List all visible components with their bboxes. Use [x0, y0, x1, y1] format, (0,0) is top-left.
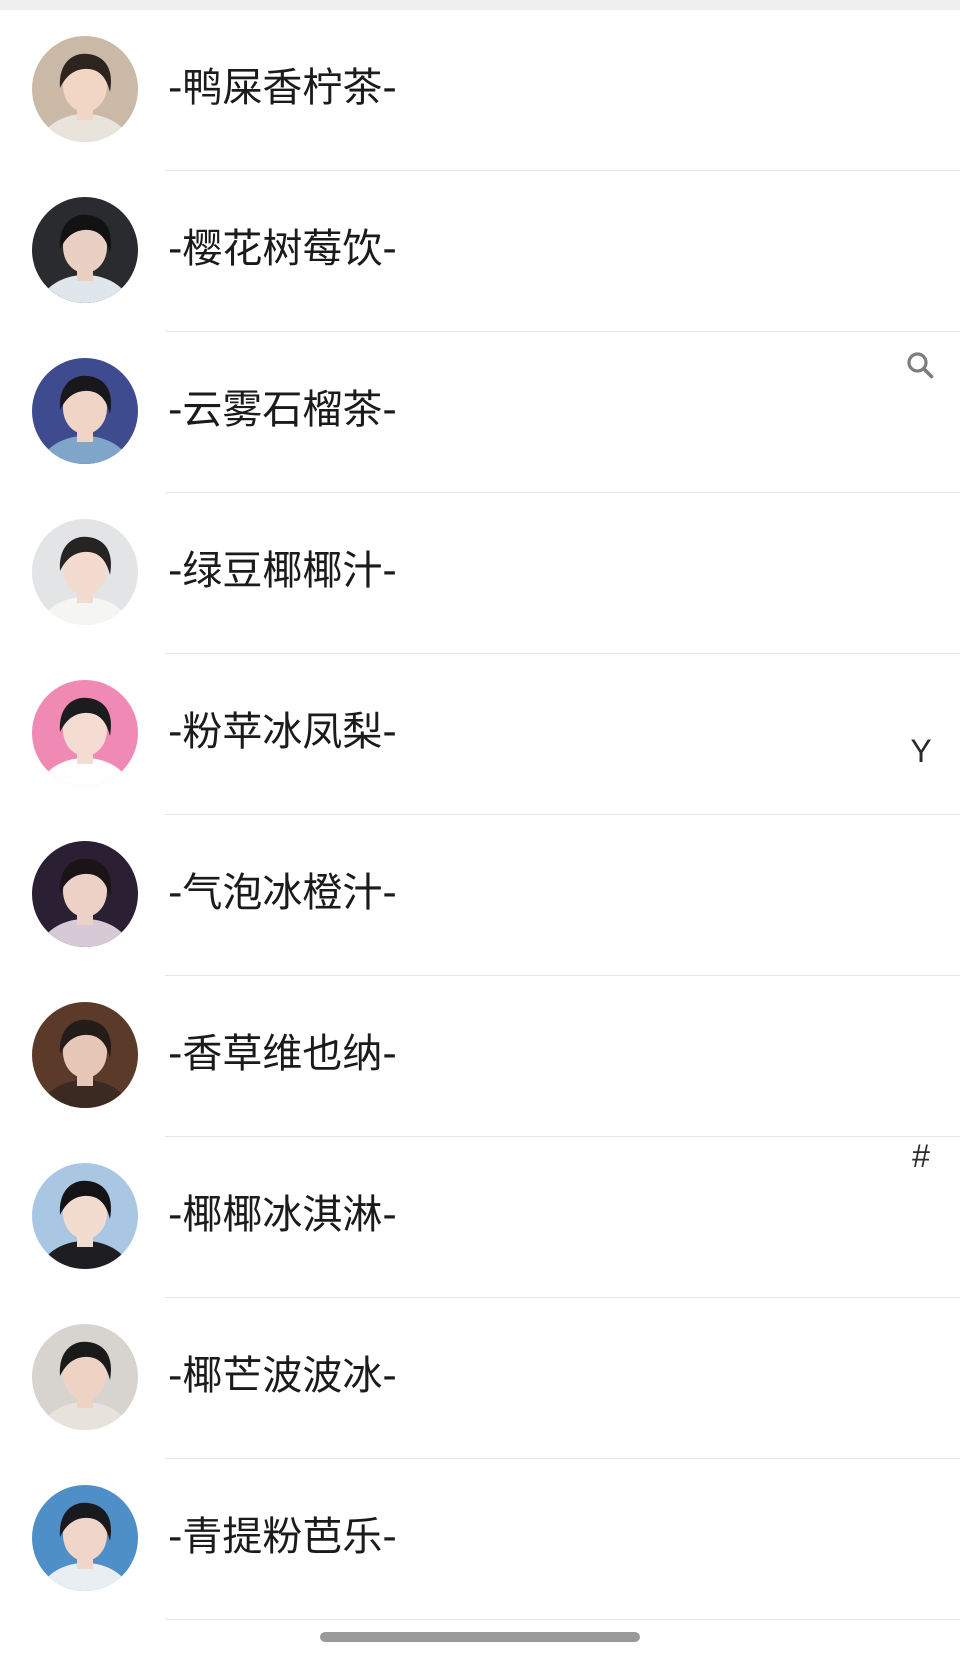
avatar[interactable]: [32, 197, 138, 303]
index-letter-hash[interactable]: #: [901, 1138, 941, 1175]
contact-name: -樱花树莓饮-: [168, 226, 397, 272]
row-divider: [165, 1619, 960, 1620]
contact-name: -香草维也纳-: [168, 1031, 397, 1077]
avatar[interactable]: [32, 1002, 138, 1108]
contact-name: -粉苹冰凤梨-: [168, 709, 397, 755]
contact-row[interactable]: -绿豆椰椰汁-: [0, 493, 960, 654]
contact-name: -云雾石榴茶-: [168, 387, 397, 433]
contact-row[interactable]: -香草维也纳-: [0, 976, 960, 1137]
avatar[interactable]: [32, 519, 138, 625]
index-letter-y[interactable]: Y: [901, 733, 941, 770]
contact-name: -绿豆椰椰汁-: [168, 548, 397, 594]
avatar[interactable]: [32, 358, 138, 464]
avatar-photo: [32, 519, 138, 625]
contact-list: -鸭屎香柠茶- -樱花树莓饮- -云雾石榴茶- -绿豆椰椰汁- -粉苹冰凤梨- -气泡冰橙…: [0, 10, 960, 1620]
avatar[interactable]: [32, 680, 138, 786]
contact-row[interactable]: -云雾石榴茶-: [0, 332, 960, 493]
avatar[interactable]: [32, 1485, 138, 1591]
avatar[interactable]: [32, 1324, 138, 1430]
contact-name: -鸭屎香柠茶-: [168, 65, 397, 111]
contact-name: -椰芒波波冰-: [168, 1353, 397, 1399]
avatar-photo: [32, 358, 138, 464]
avatar[interactable]: [32, 841, 138, 947]
avatar-photo: [32, 1002, 138, 1108]
avatar-photo: [32, 197, 138, 303]
contact-name: -青提粉芭乐-: [168, 1514, 397, 1560]
avatar[interactable]: [32, 36, 138, 142]
contact-row[interactable]: -椰椰冰淇淋-: [0, 1137, 960, 1298]
avatar-photo: [32, 36, 138, 142]
contact-row[interactable]: -樱花树莓饮-: [0, 171, 960, 332]
contact-name: -气泡冰橙汁-: [168, 870, 397, 916]
avatar-photo: [32, 680, 138, 786]
avatar[interactable]: [32, 1163, 138, 1269]
contact-row[interactable]: -粉苹冰凤梨-: [0, 654, 960, 815]
contact-name: -椰椰冰淇淋-: [168, 1192, 397, 1238]
avatar-photo: [32, 1485, 138, 1591]
index-search-icon[interactable]: [905, 350, 935, 380]
avatar-photo: [32, 1324, 138, 1430]
avatar-photo: [32, 1163, 138, 1269]
avatar-photo: [32, 841, 138, 947]
home-indicator[interactable]: [320, 1632, 640, 1642]
top-strip: [0, 0, 960, 10]
contact-row[interactable]: -青提粉芭乐-: [0, 1459, 960, 1620]
contact-row[interactable]: -椰芒波波冰-: [0, 1298, 960, 1459]
search-icon: [907, 352, 934, 379]
contact-row[interactable]: -鸭屎香柠茶-: [0, 10, 960, 171]
contact-row[interactable]: -气泡冰橙汁-: [0, 815, 960, 976]
